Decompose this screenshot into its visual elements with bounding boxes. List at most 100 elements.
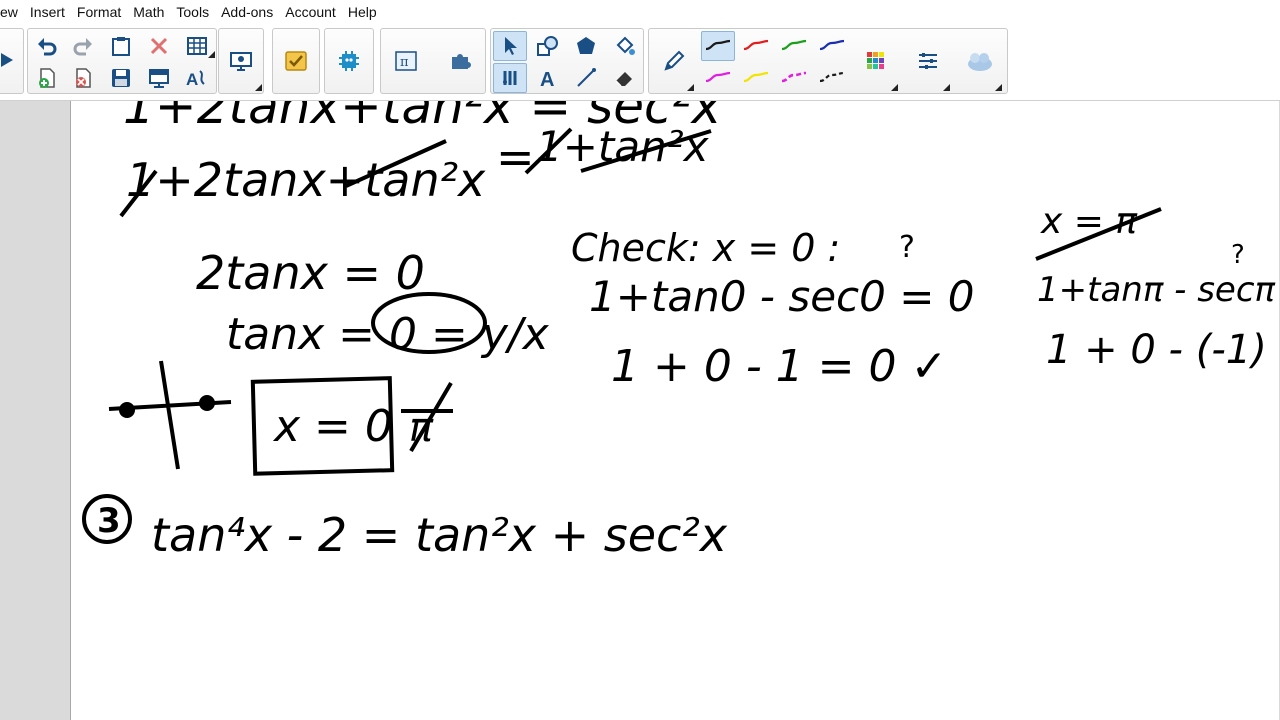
color-grid-icon [867, 52, 884, 69]
undo-icon [38, 38, 57, 56]
pen-style-3[interactable] [777, 31, 811, 61]
menu-help[interactable]: Help [342, 0, 383, 24]
axis-point-left [119, 402, 135, 418]
whiteboard-page[interactable]: 1+2tanx+tan²x = sec²x 1+2tanx+tan²x = 1+… [70, 101, 1279, 720]
text-tool-button[interactable]: A [531, 63, 565, 93]
note-check-line2: 1 + 0 - 1 = 0 ✓ [611, 341, 947, 392]
text-recognize-button[interactable]: A [180, 63, 214, 93]
math-pi-icon: π [395, 51, 417, 71]
pen-style-2[interactable] [739, 31, 773, 61]
delete-page-icon [76, 68, 91, 88]
play-right-icon [1, 53, 13, 67]
menu-format[interactable]: Format [71, 0, 127, 24]
color-palette-button[interactable] [859, 46, 893, 76]
shapes-icon [537, 36, 558, 56]
pens-tool-button[interactable] [493, 63, 527, 93]
select-tool-button[interactable] [493, 31, 527, 61]
menu-math[interactable]: Math [127, 0, 170, 24]
table-icon [187, 37, 207, 55]
save-icon [112, 69, 130, 87]
pen-magenta-dashed-swatch-icon [781, 71, 807, 83]
select-icon [505, 37, 517, 55]
canvas-area[interactable]: 1+2tanx+tan²x = sec²x 1+2tanx+tan²x = 1+… [0, 101, 1280, 720]
svg-text:A: A [540, 69, 554, 89]
regular-polygon-button[interactable] [569, 31, 603, 61]
note-check-heading: Check: x = 0 : [571, 226, 840, 270]
svg-text:A: A [186, 70, 198, 89]
menu-bar: ew Insert Format Math Tools Add-ons Acco… [0, 0, 1280, 25]
display-dropdown-icon[interactable] [255, 84, 262, 91]
display-button[interactable] [224, 46, 258, 76]
pens-icon [503, 71, 517, 85]
text-recognize-icon: A [186, 70, 205, 89]
toolbar-group-response [272, 28, 320, 94]
toolbar-group-pen-styles [648, 28, 1008, 94]
toolbar: A π A [0, 24, 1280, 101]
delete-button[interactable] [142, 31, 176, 61]
toolbar-group-edit: A [27, 28, 217, 94]
fill-tool-button[interactable] [607, 31, 641, 61]
paste-icon [112, 37, 130, 56]
shapes-tool-button[interactable] [531, 31, 565, 61]
collaboration-dropdown-icon[interactable] [995, 84, 1002, 91]
menu-tools[interactable]: Tools [170, 0, 215, 24]
pen-style-6[interactable] [739, 63, 773, 93]
color-dropdown-icon[interactable] [891, 84, 898, 91]
note-problem-number: 3 [97, 501, 121, 541]
eraser-tool-button[interactable] [607, 63, 641, 93]
toolbar-group-display [218, 28, 264, 94]
note-line1-left: 1+2tanx+tan²x [126, 153, 486, 207]
pen-red-swatch-icon [743, 39, 769, 51]
addons-button[interactable] [332, 46, 366, 76]
delete-icon [150, 37, 168, 55]
properties-icon [919, 53, 937, 69]
redo-button[interactable] [66, 31, 100, 61]
svg-text:π: π [400, 55, 409, 70]
toolbar-group-tools: A [490, 28, 644, 94]
note-step-b: tanx = 0 = y/x [226, 309, 550, 360]
pen-blue-swatch-icon [819, 39, 845, 51]
eraser-icon [615, 72, 632, 87]
paste-button[interactable] [104, 31, 138, 61]
menu-addons[interactable]: Add-ons [215, 0, 279, 24]
properties-button[interactable] [911, 46, 945, 76]
checkbox-icon [285, 51, 307, 71]
next-page-button[interactable] [0, 45, 17, 75]
note-alt-line2: 1 + 0 - (-1) [1046, 327, 1267, 373]
screen-shade-button[interactable] [142, 63, 176, 93]
math-button[interactable]: π [389, 46, 423, 76]
toolbar-group-addons [324, 28, 374, 94]
pen-button[interactable] [657, 46, 691, 76]
menu-account[interactable]: Account [279, 0, 342, 24]
pen-style-8[interactable] [815, 63, 849, 93]
pen-style-4[interactable] [815, 31, 849, 61]
pen-magenta-swatch-icon [705, 71, 731, 83]
checkbox-button[interactable] [279, 46, 313, 76]
delete-page-button[interactable] [66, 63, 100, 93]
line-tool-button[interactable] [569, 63, 603, 93]
puzzle-button[interactable] [443, 46, 477, 76]
highlighter-yellow-swatch-icon [743, 71, 769, 83]
pen-dropdown-icon[interactable] [687, 84, 694, 91]
text-icon: A [540, 69, 554, 89]
save-button[interactable] [104, 63, 138, 93]
undo-button[interactable] [30, 31, 64, 61]
note-problem3: tan⁴x - 2 = tan²x + sec²x [151, 508, 728, 562]
pen-style-1[interactable] [701, 31, 735, 61]
pen-icon [664, 50, 685, 71]
fill-shape-icon [577, 37, 595, 54]
pen-black-swatch-icon [705, 39, 731, 51]
collaboration-button[interactable] [963, 46, 997, 76]
add-page-icon [39, 68, 55, 88]
add-page-button[interactable] [30, 63, 64, 93]
menu-view[interactable]: ew [0, 0, 24, 24]
display-icon [230, 52, 252, 71]
pen-green-swatch-icon [781, 39, 807, 51]
properties-dropdown-icon[interactable] [943, 84, 950, 91]
pen-style-7[interactable] [777, 63, 811, 93]
table-dropdown-icon[interactable] [208, 51, 215, 58]
pen-style-5[interactable] [701, 63, 735, 93]
fill-icon [616, 36, 635, 55]
menu-insert[interactable]: Insert [24, 0, 71, 24]
note-answer: x = 0 [272, 401, 393, 452]
